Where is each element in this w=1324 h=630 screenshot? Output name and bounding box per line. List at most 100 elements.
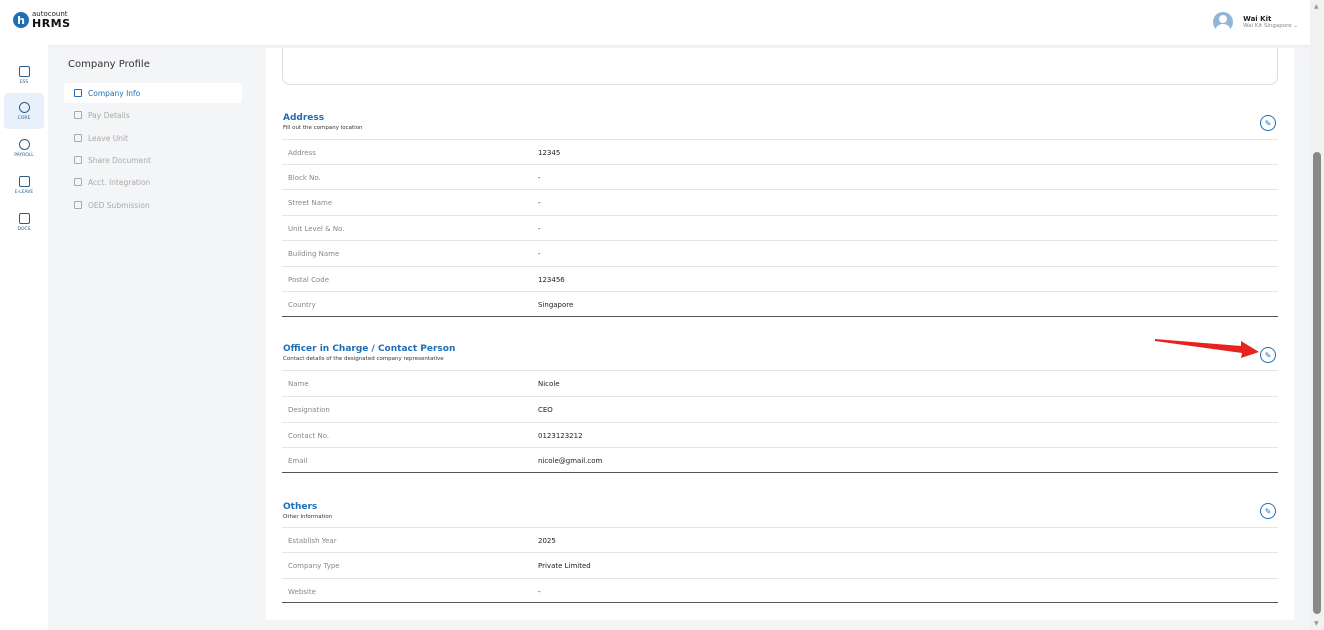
company-info-card: Address Fill out the company location ✎ …: [266, 48, 1294, 620]
logo-mark: h: [13, 12, 29, 28]
field-label: Street Name: [288, 199, 333, 207]
field-label: Company Type: [288, 562, 340, 570]
edit-others-button[interactable]: ✎: [1260, 503, 1276, 519]
rail-label: CORE: [17, 115, 31, 121]
pencil-icon: ✎: [1264, 118, 1272, 128]
avatar[interactable]: [1213, 12, 1234, 32]
logo-hrms-text: HRMS: [32, 17, 71, 30]
field-value: CEO: [538, 406, 553, 414]
rail-item-eleave[interactable]: E-LEAVE: [4, 167, 44, 203]
rail-item-payroll[interactable]: PAYROLL: [4, 130, 44, 166]
field-value: nicole@gmail.com: [538, 457, 603, 465]
top-bar: h autocount HRMS Wai Kit Wai Kit Singapo…: [0, 0, 1310, 45]
module-rail: ESS CORE PAYROLL E-LEAVE DOCS: [0, 45, 48, 630]
app-logo[interactable]: h autocount HRMS: [13, 11, 71, 29]
section-subtitle-address: Fill out the company location: [283, 125, 363, 131]
field-value: Private Limited: [538, 562, 591, 570]
user-company-selector[interactable]: Wai Kit Singapore ⌄: [1243, 23, 1298, 29]
nav-item-pay-details[interactable]: Pay Details: [64, 105, 242, 125]
field-label: Address: [288, 149, 316, 157]
field-label: Establish Year: [288, 537, 337, 545]
nav-item-label: Company Info: [88, 88, 141, 98]
field-value: -: [538, 225, 541, 233]
field-label: Country: [288, 301, 316, 309]
rail-label: ESS: [19, 79, 29, 85]
nav-item-label: Acct. Integration: [88, 177, 151, 187]
nav-item-company-info[interactable]: Company Info: [64, 83, 242, 103]
nav-item-leave-unit[interactable]: Leave Unit: [64, 128, 242, 148]
user-menu[interactable]: Wai Kit Wai Kit Singapore ⌄: [1213, 12, 1298, 32]
ess-icon: [18, 65, 30, 77]
field-label: Postal Code: [288, 276, 330, 284]
table-row: Block No. -: [282, 164, 1278, 189]
field-value: -: [538, 250, 541, 258]
rail-label: PAYROLL: [14, 152, 34, 158]
section-divider: [282, 316, 1278, 317]
field-value: -: [538, 174, 541, 182]
field-value: 123456: [538, 276, 565, 284]
user-name: Wai Kit: [1243, 15, 1272, 23]
rail-item-core[interactable]: CORE: [4, 93, 44, 129]
nav-item-label: Share Document: [88, 155, 151, 165]
field-label: Name: [288, 380, 309, 388]
nav-item-share-document[interactable]: Share Document: [64, 150, 242, 170]
field-label: Building Name: [288, 250, 340, 258]
table-row: Country Singapore: [282, 291, 1278, 316]
table-row: Contact No. 0123123212: [282, 422, 1278, 447]
rail-item-docs[interactable]: DOCS: [4, 204, 44, 240]
field-label: Email: [288, 457, 308, 465]
leave-icon: [74, 134, 82, 142]
table-row: Email nicole@gmail.com: [282, 447, 1278, 472]
rail-item-ess[interactable]: ESS: [4, 57, 44, 93]
page-title: Company Profile: [68, 59, 150, 70]
edit-address-button[interactable]: ✎: [1260, 115, 1276, 131]
calendar-icon: [18, 175, 30, 187]
pay-icon: [74, 111, 82, 119]
field-label: Block No.: [288, 174, 321, 182]
table-row: Name Nicole: [282, 370, 1278, 395]
rail-label: E-LEAVE: [14, 189, 34, 195]
field-label: Unit Level & No.: [288, 225, 345, 233]
table-row: Website -: [282, 578, 1278, 603]
pencil-icon: ✎: [1264, 350, 1272, 360]
section-subtitle-others: Other Information: [283, 514, 333, 520]
integration-icon: [74, 178, 82, 186]
field-label: Designation: [288, 406, 330, 414]
scroll-thumb[interactable]: [1313, 152, 1321, 614]
table-row: Establish Year 2025: [282, 527, 1278, 552]
section-title-officer: Officer in Charge / Contact Person: [283, 344, 456, 354]
table-row: Street Name -: [282, 189, 1278, 214]
building-icon: [74, 89, 82, 97]
field-label: Website: [288, 588, 316, 596]
arrow-shape: [1155, 339, 1259, 358]
nav-item-label: OED Submission: [88, 200, 150, 210]
submission-icon: [74, 201, 82, 209]
table-row: Building Name -: [282, 240, 1278, 265]
nav-item-oed-submission[interactable]: OED Submission: [64, 195, 242, 215]
field-value: 2025: [538, 537, 556, 545]
section-divider: [282, 472, 1278, 473]
scroll-down-arrow-icon[interactable]: ▼: [1314, 620, 1319, 627]
text-area-bottom-edge[interactable]: [282, 48, 1278, 85]
scroll-up-arrow-icon[interactable]: ▲: [1314, 3, 1319, 10]
table-row: Postal Code 123456: [282, 266, 1278, 291]
share-icon: [74, 156, 82, 164]
core-icon: [18, 101, 30, 113]
section-title-address: Address: [283, 113, 325, 123]
table-row: Company Type Private Limited: [282, 552, 1278, 577]
field-value: Singapore: [538, 301, 574, 309]
field-value: -: [538, 588, 541, 596]
section-title-others: Others: [283, 502, 318, 512]
nav-item-acct-integration[interactable]: Acct. Integration: [64, 172, 242, 192]
table-row: Unit Level & No. -: [282, 215, 1278, 240]
annotation-arrow: [1155, 339, 1259, 358]
table-row: Designation CEO: [282, 396, 1278, 421]
section-subtitle-officer: Contact details of the designated compan…: [283, 356, 444, 362]
nav-item-label: Leave Unit: [88, 133, 128, 143]
page-scrollbar[interactable]: ▲ ▼: [1310, 0, 1324, 630]
field-value: 12345: [538, 149, 561, 157]
field-value: 0123123212: [538, 432, 583, 440]
payroll-icon: [18, 138, 30, 150]
table-row: Address 12345: [282, 139, 1278, 164]
field-value: Nicole: [538, 380, 560, 388]
